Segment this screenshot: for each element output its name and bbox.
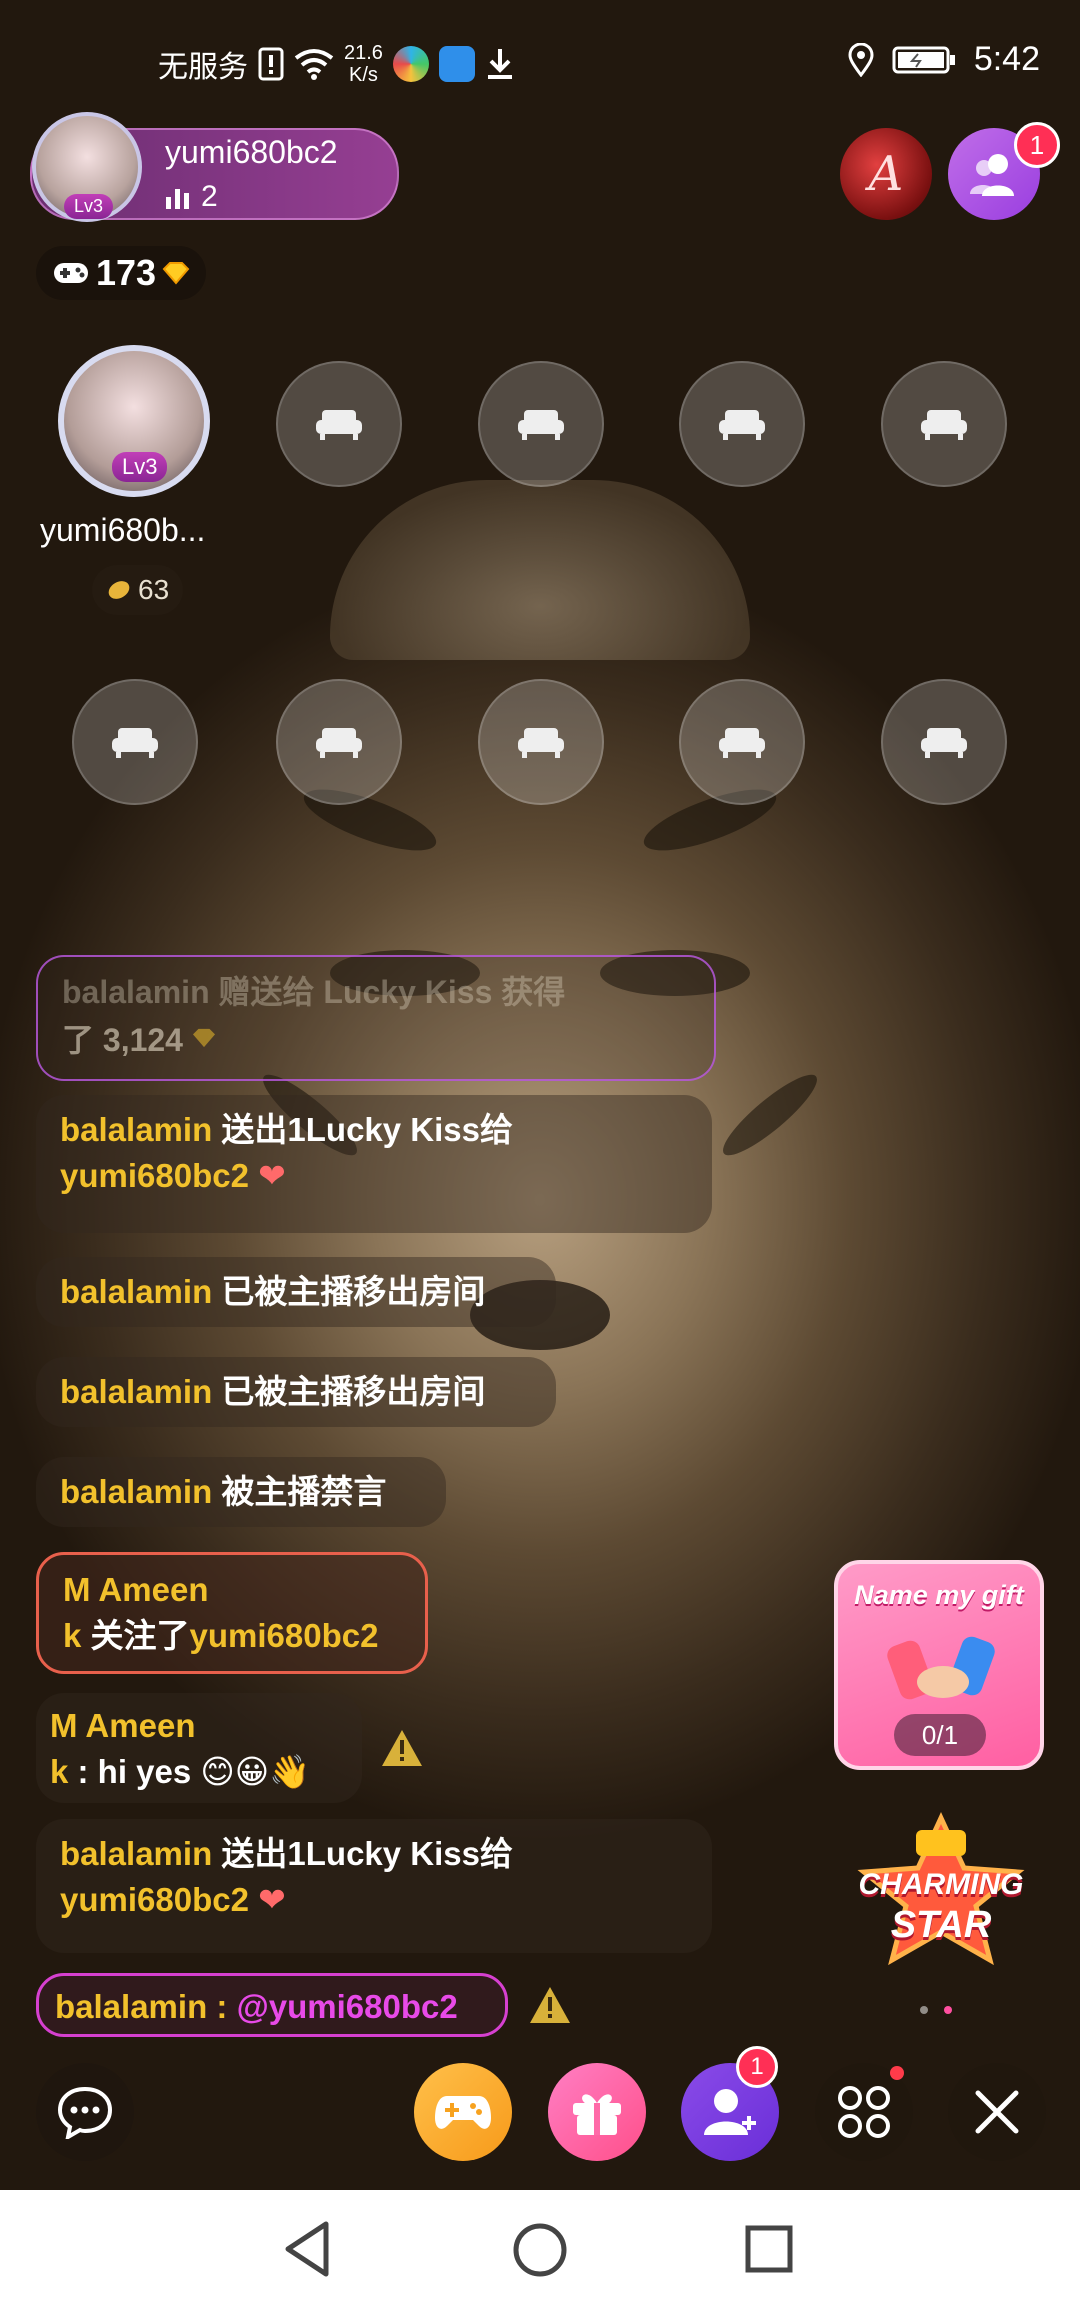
sofa-icon	[518, 728, 564, 758]
charming-star-event[interactable]: CHARMING STAR	[846, 1810, 1036, 1980]
host-level-badge: Lv3	[64, 194, 114, 219]
chat-system-message: balalamin 已被主播移出房间	[36, 1257, 556, 1327]
seat-level-badge: Lv3	[112, 452, 168, 482]
chat-system-message: balalamin 被主播禁言	[36, 1457, 446, 1527]
host-name: yumi680bc2	[165, 134, 338, 170]
bean-icon	[108, 581, 130, 599]
message-bubble-icon	[57, 2086, 113, 2139]
more-apps-red-dot	[890, 2066, 904, 2080]
app-cube-icon	[438, 46, 475, 82]
battery-icon	[892, 46, 955, 73]
background-crown	[330, 480, 750, 660]
seat-score: 63	[92, 565, 184, 615]
users-icon	[970, 154, 1014, 196]
gift-card-title: Name my gift	[854, 1580, 1024, 1610]
sofa-icon	[518, 410, 564, 440]
chat-ghost-message: balalamin 赠送给 Lucky Kiss 获得 了 3,124	[36, 955, 716, 1081]
game-button[interactable]	[414, 2063, 512, 2161]
empty-seat-3[interactable]	[679, 361, 805, 487]
chat-follow-message: M Ameen k 关注了yumi680bc2	[36, 1552, 428, 1674]
apps-grid-icon	[838, 2086, 890, 2138]
chat-system-message: balalamin 已被主播移出房间	[36, 1357, 556, 1427]
charming-star-line2: STAR	[890, 1904, 992, 1946]
empty-seat-6[interactable]	[276, 679, 402, 805]
viewer-count: 2	[165, 180, 218, 214]
sofa-icon	[719, 728, 765, 758]
network-speed: 21.6 K/s	[344, 42, 383, 86]
close-icon	[975, 2090, 1019, 2134]
download-icon	[487, 49, 512, 79]
seat-host-name: yumi680b...	[40, 512, 206, 548]
sofa-icon	[316, 728, 362, 758]
diamond-icon	[192, 1028, 215, 1048]
recents-icon[interactable]	[744, 2224, 794, 2274]
gift-progress: 0/1	[894, 1714, 986, 1756]
invite-notification-badge: 1	[736, 2046, 778, 2088]
empty-seat-2[interactable]	[478, 361, 604, 487]
empty-seat-7[interactable]	[478, 679, 604, 805]
gift-button[interactable]	[548, 2063, 646, 2161]
room-coins-pill[interactable]: 173	[36, 246, 207, 300]
signal-bars-icon	[166, 189, 189, 209]
edge-browser-icon	[392, 46, 429, 82]
gift-box-icon	[573, 2094, 621, 2135]
wifi-icon	[294, 49, 334, 80]
lucky-kiss-icon: ❤	[258, 1157, 286, 1194]
empty-seat-4[interactable]	[881, 361, 1007, 487]
status-bar: 无服务 21.6 K/s 5:42	[0, 0, 1080, 120]
report-warning-icon[interactable]	[380, 1728, 424, 1768]
diamond-icon	[162, 262, 190, 285]
chat-input-button[interactable]	[36, 2063, 134, 2161]
lucky-kiss-icon: ❤	[258, 1881, 286, 1918]
sim-alert-icon	[258, 47, 284, 81]
home-icon[interactable]	[512, 2222, 568, 2278]
chat-gift-message: balalamin 送出1Lucky Kiss给 yumi680bc2 ❤	[36, 1095, 712, 1233]
gamepad-icon	[435, 2096, 491, 2129]
empty-seat-9[interactable]	[881, 679, 1007, 805]
charming-star-line1: CHARMING	[858, 1868, 1024, 1901]
carousel-dots	[920, 2006, 952, 2014]
coin-count: 173	[96, 252, 157, 293]
back-icon[interactable]	[280, 2220, 336, 2278]
chat-gift-message: balalamin 送出1Lucky Kiss给 yumi680bc2 ❤	[36, 1819, 712, 1953]
add-user-icon	[704, 2089, 756, 2135]
empty-seat-8[interactable]	[679, 679, 805, 805]
empty-seat-5[interactable]	[72, 679, 198, 805]
sofa-icon	[719, 410, 765, 440]
location-icon	[848, 42, 874, 77]
users-notification-badge: 1	[1014, 122, 1060, 168]
sofa-icon	[112, 728, 158, 758]
sofa-icon	[921, 728, 967, 758]
sofa-icon	[921, 410, 967, 440]
report-warning-icon[interactable]	[528, 1985, 572, 2025]
heart-a-badge[interactable]: A	[840, 128, 932, 220]
system-navigation-bar	[0, 2190, 1080, 2310]
sofa-icon	[316, 410, 362, 440]
clock: 5:42	[973, 40, 1040, 78]
close-room-button[interactable]	[948, 2063, 1046, 2161]
handshake-icon	[887, 1636, 995, 1700]
name-my-gift-card[interactable]: Name my gift 0/1	[834, 1560, 1044, 1770]
carrier-label: 无服务	[158, 51, 248, 84]
empty-seat-1[interactable]	[276, 361, 402, 487]
chat-user-message: M Ameen k : hi yes 😊😀👋	[36, 1693, 362, 1803]
gamepad-icon	[54, 263, 88, 283]
chat-mention-message: balalamin : @yumi680bc2	[36, 1973, 508, 2037]
